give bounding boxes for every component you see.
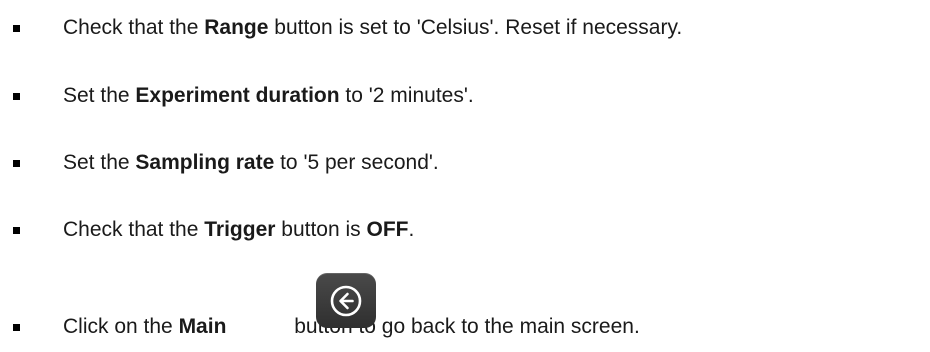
control-name-sampling-rate: Sampling rate	[135, 151, 275, 174]
control-name-main: Main	[178, 315, 227, 338]
control-name-experiment-duration: Experiment duration	[135, 84, 340, 107]
bullet-icon	[13, 25, 20, 32]
instructions-page: Check that the Range button is set to 'C…	[0, 0, 930, 352]
control-name-range: Range	[204, 16, 269, 39]
bullet-icon	[13, 227, 20, 234]
instruction-text: Set the Sampling rate to '5 per second'.	[63, 151, 439, 174]
bullet-icon	[13, 160, 20, 167]
bullet-icon	[13, 93, 20, 100]
control-name-trigger: Trigger	[204, 218, 276, 241]
instruction-text: Check that the Range button is set to 'C…	[63, 16, 683, 39]
instruction-text: Set the Experiment duration to '2 minute…	[63, 84, 474, 107]
instruction-text: Check that the Trigger button is OFF.	[63, 218, 415, 241]
main-button-back-arrow-icon[interactable]	[316, 273, 376, 328]
trigger-state-off: OFF	[366, 218, 409, 241]
bullet-icon	[13, 324, 20, 331]
back-arrow-circle-icon	[330, 285, 362, 316]
